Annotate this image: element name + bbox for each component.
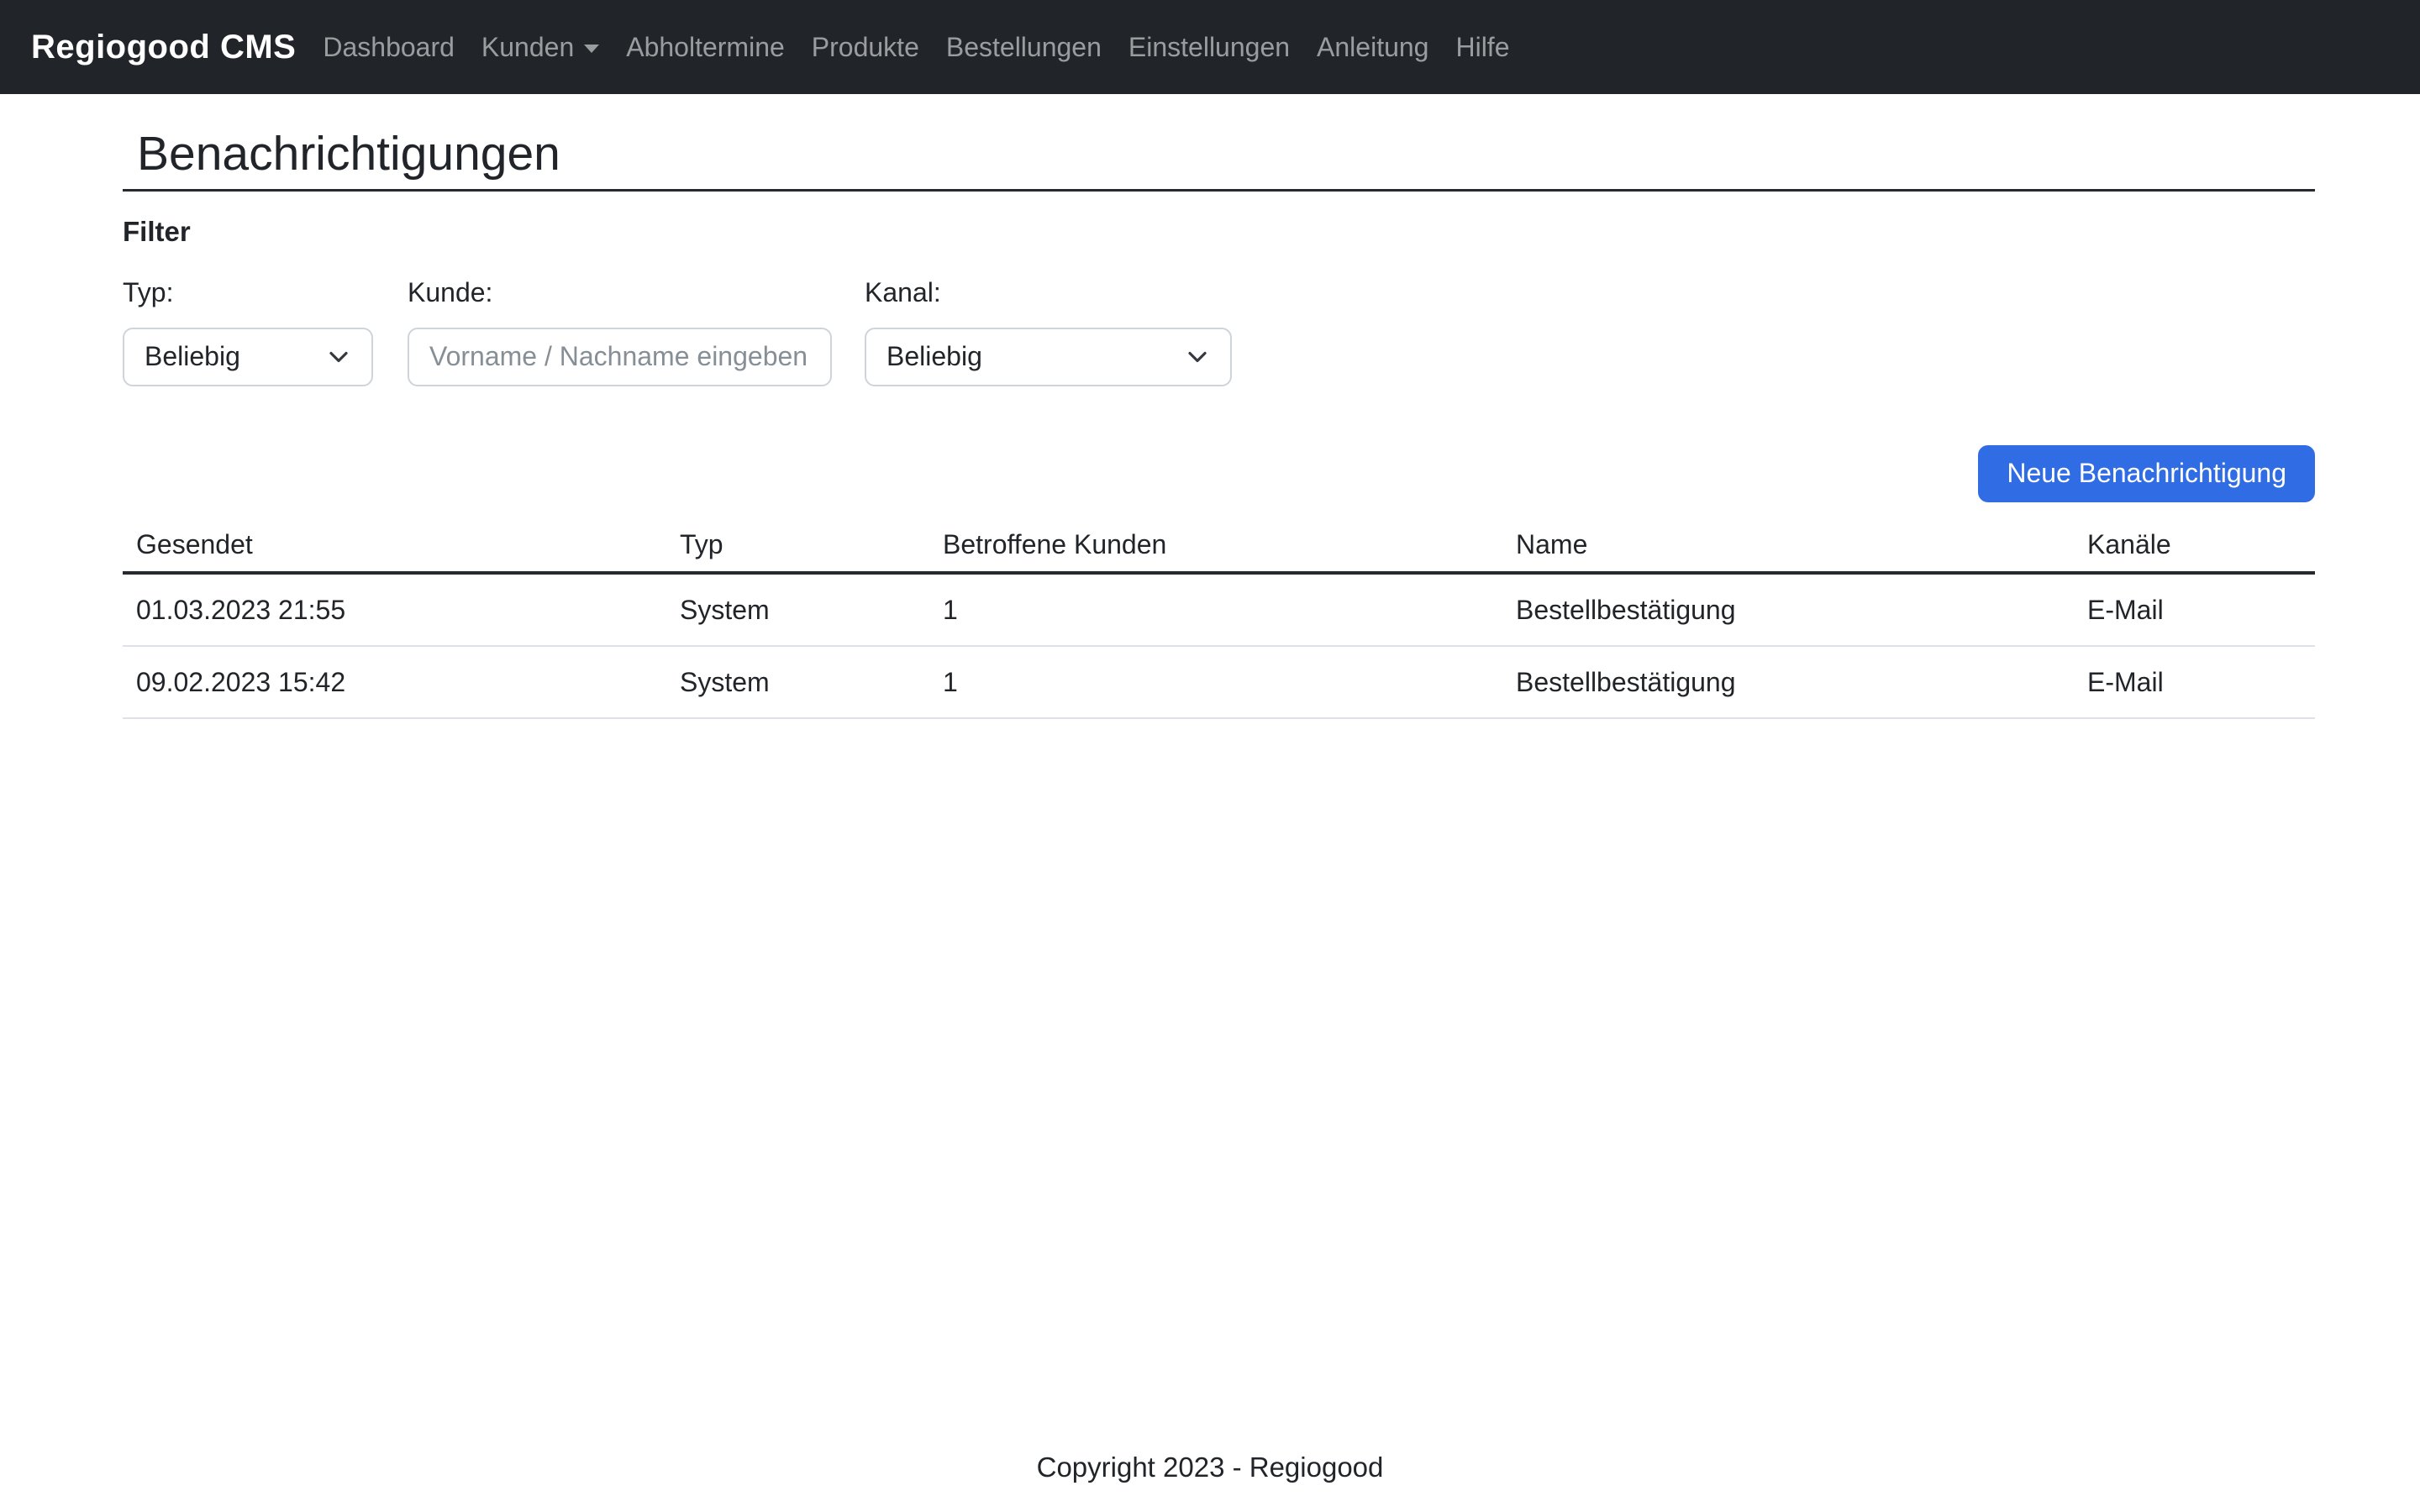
nav-item-label: Dashboard bbox=[323, 32, 455, 62]
cell-name: Bestellbestätigung bbox=[1502, 646, 2074, 718]
table-header: Gesendet Typ Betroffene Kunden Name Kanä… bbox=[123, 512, 2315, 573]
notifications-table: Gesendet Typ Betroffene Kunden Name Kanä… bbox=[123, 512, 2315, 719]
caret-down-icon bbox=[584, 45, 599, 53]
cell-kanaele: E-Mail bbox=[2074, 573, 2315, 646]
chevron-down-icon bbox=[328, 346, 350, 368]
nav-item-label: Bestellungen bbox=[946, 32, 1102, 62]
cell-betroffene-kunden: 1 bbox=[929, 573, 1502, 646]
nav-item-hilfe[interactable]: Hilfe bbox=[1442, 24, 1523, 71]
cell-gesendet: 09.02.2023 15:42 bbox=[123, 646, 666, 718]
cell-betroffene-kunden: 1 bbox=[929, 646, 1502, 718]
nav-item-dashboard[interactable]: Dashboard bbox=[309, 24, 468, 71]
typ-select[interactable]: Beliebig bbox=[123, 328, 373, 386]
nav-item-label: Hilfe bbox=[1455, 32, 1509, 62]
column-header-betroffene-kunden: Betroffene Kunden bbox=[929, 512, 1502, 573]
nav-item-kunden[interactable]: Kunden bbox=[468, 24, 613, 71]
filter-group-kanal: Kanal: Beliebig bbox=[865, 249, 1232, 386]
filter-group-kunde: Kunde: bbox=[408, 249, 865, 386]
filter-group-typ: Typ: Beliebig bbox=[123, 249, 408, 386]
cell-gesendet: 01.03.2023 21:55 bbox=[123, 573, 666, 646]
page-root: Regiogood CMS Dashboard Kunden Abholterm… bbox=[0, 0, 2420, 1512]
kunde-search-input[interactable] bbox=[408, 328, 832, 386]
typ-select-value: Beliebig bbox=[145, 341, 240, 372]
nav-item-label: Abholtermine bbox=[626, 32, 785, 62]
table-row: 09.02.2023 15:42 System 1 Bestellbestäti… bbox=[123, 646, 2315, 718]
chevron-down-icon bbox=[1186, 346, 1208, 368]
top-navbar: Regiogood CMS Dashboard Kunden Abholterm… bbox=[0, 0, 2420, 94]
cell-name: Bestellbestätigung bbox=[1502, 573, 2074, 646]
cell-typ: System bbox=[666, 573, 929, 646]
column-header-typ: Typ bbox=[666, 512, 929, 573]
nav-item-bestellungen[interactable]: Bestellungen bbox=[933, 24, 1115, 71]
nav-item-label: Produkte bbox=[812, 32, 919, 62]
main-content: Benachrichtigungen Filter Typ: Beliebig … bbox=[123, 94, 2315, 719]
kanal-select[interactable]: Beliebig bbox=[865, 328, 1232, 386]
copyright-text: Copyright 2023 - Regiogood bbox=[1037, 1452, 1384, 1483]
column-header-kanaele: Kanäle bbox=[2074, 512, 2315, 573]
table-row: 01.03.2023 21:55 System 1 Bestellbestäti… bbox=[123, 573, 2315, 646]
column-header-gesendet: Gesendet bbox=[123, 512, 666, 573]
table-header-row: Gesendet Typ Betroffene Kunden Name Kanä… bbox=[123, 512, 2315, 573]
nav-item-einstellungen[interactable]: Einstellungen bbox=[1115, 24, 1303, 71]
nav-item-label: Anleitung bbox=[1317, 32, 1428, 62]
kanal-select-value: Beliebig bbox=[886, 341, 982, 372]
nav-item-anleitung[interactable]: Anleitung bbox=[1303, 24, 1442, 71]
filter-row: Typ: Beliebig Kunde: Kanal: Beliebig bbox=[123, 249, 2315, 386]
footer: Copyright 2023 - Regiogood bbox=[0, 1450, 2420, 1485]
title-divider bbox=[123, 189, 2315, 192]
kunde-label: Kunde: bbox=[408, 276, 865, 309]
nav-item-produkte[interactable]: Produkte bbox=[798, 24, 933, 71]
kanal-label: Kanal: bbox=[865, 276, 1232, 309]
table-body: 01.03.2023 21:55 System 1 Bestellbestäti… bbox=[123, 573, 2315, 718]
cell-typ: System bbox=[666, 646, 929, 718]
actions-row: Neue Benachrichtigung bbox=[123, 445, 2315, 502]
cell-kanaele: E-Mail bbox=[2074, 646, 2315, 718]
navbar-menu: Dashboard Kunden Abholtermine Produkte B… bbox=[309, 24, 1523, 71]
new-notification-button[interactable]: Neue Benachrichtigung bbox=[1978, 445, 2315, 502]
page-title: Benachrichtigungen bbox=[137, 128, 2315, 181]
brand-link[interactable]: Regiogood CMS bbox=[31, 29, 296, 66]
nav-item-abholtermine[interactable]: Abholtermine bbox=[613, 24, 798, 71]
nav-item-label: Kunden bbox=[481, 32, 574, 62]
nav-item-label: Einstellungen bbox=[1128, 32, 1290, 62]
typ-label: Typ: bbox=[123, 276, 408, 309]
column-header-name: Name bbox=[1502, 512, 2074, 573]
filter-heading: Filter bbox=[123, 215, 2315, 249]
